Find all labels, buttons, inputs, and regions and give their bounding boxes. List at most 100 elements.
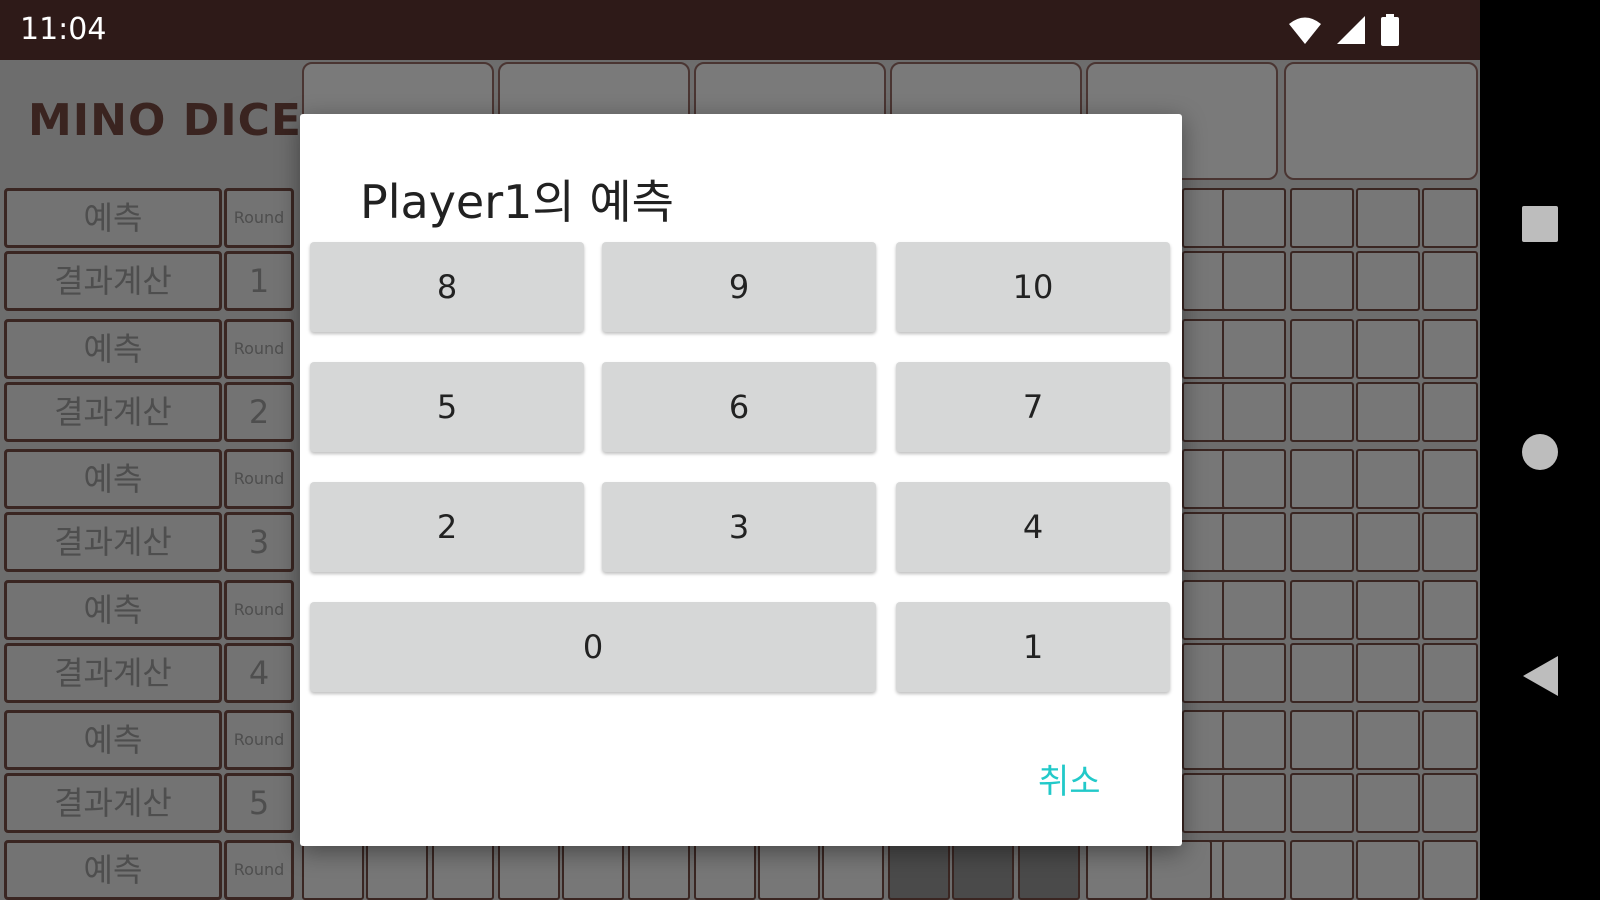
score-cell[interactable] — [1222, 512, 1286, 572]
score-cell[interactable] — [1422, 188, 1478, 248]
score-cell[interactable] — [1150, 840, 1212, 900]
prediction-row-button[interactable]: 예측 — [4, 840, 222, 900]
prediction-button-1[interactable]: 1 — [896, 602, 1170, 692]
score-cell[interactable] — [1422, 773, 1478, 833]
cancel-button[interactable]: 취소 — [1038, 754, 1101, 803]
round-number: 3 — [224, 512, 294, 572]
prediction-button-8[interactable]: 8 — [310, 242, 584, 332]
score-cell[interactable] — [1356, 710, 1420, 770]
app-title: MINO DICE — [28, 95, 302, 146]
score-cell[interactable] — [1290, 319, 1354, 379]
home-icon[interactable] — [1520, 432, 1560, 472]
status-time: 11:04 — [20, 12, 107, 47]
score-cell[interactable] — [302, 840, 364, 900]
result-calc-row-button[interactable]: 결과계산 — [4, 643, 222, 703]
prediction-row-button[interactable]: 예측 — [4, 449, 222, 509]
score-cell[interactable] — [888, 840, 950, 900]
score-cell[interactable] — [1356, 188, 1420, 248]
prediction-button-5[interactable]: 5 — [310, 362, 584, 452]
back-icon[interactable] — [1520, 654, 1560, 698]
prediction-button-3[interactable]: 3 — [602, 482, 876, 572]
score-cell[interactable] — [1222, 580, 1286, 640]
score-cell[interactable] — [1222, 251, 1286, 311]
score-cell[interactable] — [1222, 643, 1286, 703]
score-cell[interactable] — [366, 840, 428, 900]
score-cell[interactable] — [1222, 840, 1286, 900]
cellular-signal-icon — [1337, 16, 1365, 44]
score-cell[interactable] — [1018, 840, 1080, 900]
score-cell[interactable] — [1290, 580, 1354, 640]
round-label: Round — [224, 188, 294, 248]
score-cell[interactable] — [1290, 840, 1354, 900]
score-cell[interactable] — [1222, 319, 1286, 379]
prediction-button-7[interactable]: 7 — [896, 362, 1170, 452]
score-cell[interactable] — [1290, 251, 1354, 311]
score-cell[interactable] — [1356, 643, 1420, 703]
score-cell[interactable] — [822, 840, 884, 900]
score-cell[interactable] — [1422, 319, 1478, 379]
score-cell[interactable] — [562, 840, 624, 900]
recents-icon[interactable] — [1520, 204, 1560, 244]
player-header-cell[interactable] — [1284, 62, 1478, 180]
score-cell[interactable] — [1222, 382, 1286, 442]
prediction-row-button[interactable]: 예측 — [4, 580, 222, 640]
round-label: Round — [224, 580, 294, 640]
score-cell[interactable] — [1356, 580, 1420, 640]
prediction-button-2[interactable]: 2 — [310, 482, 584, 572]
score-cell[interactable] — [1290, 512, 1354, 572]
score-cell[interactable] — [1422, 251, 1478, 311]
score-cell[interactable] — [1356, 382, 1420, 442]
score-cell[interactable] — [1290, 643, 1354, 703]
score-cell[interactable] — [1422, 382, 1478, 442]
result-calc-row-button[interactable]: 결과계산 — [4, 251, 222, 311]
dialog-title: Player1의 예측 — [360, 175, 674, 229]
navigation-bar — [1480, 0, 1600, 900]
score-cell[interactable] — [1290, 773, 1354, 833]
prediction-button-4[interactable]: 4 — [896, 482, 1170, 572]
score-cell[interactable] — [628, 840, 690, 900]
round-label: Round — [224, 449, 294, 509]
prediction-button-0[interactable]: 0 — [310, 602, 876, 692]
wifi-icon — [1289, 17, 1321, 44]
prediction-row-button[interactable]: 예측 — [4, 319, 222, 379]
score-cell[interactable] — [1222, 188, 1286, 248]
score-cell[interactable] — [1290, 449, 1354, 509]
score-cell[interactable] — [952, 840, 1014, 900]
score-cell[interactable] — [1422, 643, 1478, 703]
score-cell[interactable] — [1422, 449, 1478, 509]
result-calc-row-button[interactable]: 결과계산 — [4, 512, 222, 572]
score-cell[interactable] — [1222, 449, 1286, 509]
prediction-row-button[interactable]: 예측 — [4, 710, 222, 770]
score-cell[interactable] — [1356, 840, 1420, 900]
score-cell[interactable] — [1356, 251, 1420, 311]
round-number: 4 — [224, 643, 294, 703]
prediction-row-button[interactable]: 예측 — [4, 188, 222, 248]
score-cell[interactable] — [1222, 773, 1286, 833]
score-cell[interactable] — [1356, 512, 1420, 572]
score-cell[interactable] — [1290, 188, 1354, 248]
result-calc-row-button[interactable]: 결과계산 — [4, 773, 222, 833]
score-cell[interactable] — [432, 840, 494, 900]
score-cell[interactable] — [758, 840, 820, 900]
round-label: Round — [224, 319, 294, 379]
score-cell[interactable] — [694, 840, 756, 900]
result-calc-row-button[interactable]: 결과계산 — [4, 382, 222, 442]
score-cell[interactable] — [1222, 710, 1286, 770]
score-cell[interactable] — [1422, 512, 1478, 572]
score-cell[interactable] — [1356, 319, 1420, 379]
score-cell[interactable] — [1422, 710, 1478, 770]
prediction-dialog: Player1의 예측 8 9 10 5 6 7 2 3 4 0 1 취소 — [300, 114, 1182, 846]
prediction-button-9[interactable]: 9 — [602, 242, 876, 332]
prediction-button-10[interactable]: 10 — [896, 242, 1170, 332]
score-cell[interactable] — [1422, 840, 1478, 900]
score-cell[interactable] — [1290, 382, 1354, 442]
score-cell[interactable] — [1086, 840, 1148, 900]
prediction-button-6[interactable]: 6 — [602, 362, 876, 452]
round-label: Round — [224, 840, 294, 900]
score-cell[interactable] — [1422, 580, 1478, 640]
status-icons — [1288, 14, 1400, 46]
score-cell[interactable] — [498, 840, 560, 900]
score-cell[interactable] — [1356, 449, 1420, 509]
score-cell[interactable] — [1290, 710, 1354, 770]
score-cell[interactable] — [1356, 773, 1420, 833]
